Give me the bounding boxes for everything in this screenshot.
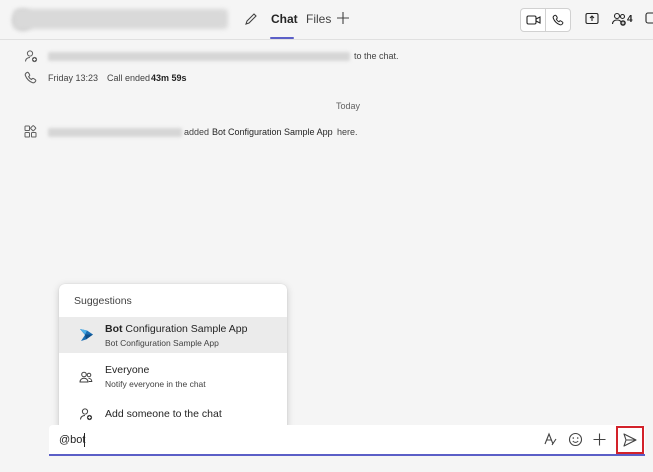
- compose-box[interactable]: @bot: [49, 425, 645, 456]
- attach-plus-icon[interactable]: [592, 432, 607, 452]
- suggestion-bot-app[interactable]: Bot Configuration Sample App Bot Configu…: [59, 317, 287, 353]
- phone-icon: [552, 14, 564, 26]
- suggestion-match: Bot: [105, 323, 123, 335]
- mention-suggestions-popup: Suggestions Bot Configuration Sample App…: [59, 284, 287, 432]
- suggestion-label-rest: Configuration Sample App: [122, 323, 248, 335]
- active-tab-indicator: [270, 37, 294, 39]
- video-call-button[interactable]: [521, 9, 546, 31]
- share-screen-icon[interactable]: [585, 12, 599, 25]
- added-verb: added: [184, 127, 210, 137]
- bot-app-icon: [79, 327, 94, 347]
- app-added-event: added Bot Configuration Sample App here.: [0, 123, 653, 141]
- video-camera-icon: [525, 15, 541, 25]
- person-add-icon: [79, 407, 93, 426]
- apps-icon: [24, 125, 37, 140]
- call-ended-event: Friday 13:23 Call ended 43m 59s: [0, 69, 653, 87]
- member-added-event: to the chat.: [0, 47, 653, 65]
- app-name-link[interactable]: Bot Configuration Sample App: [212, 127, 333, 137]
- tab-files[interactable]: Files: [306, 12, 331, 26]
- suggestion-everyone[interactable]: Everyone Notify everyone in the chat: [59, 360, 287, 396]
- redacted-names: [48, 52, 350, 61]
- call-ended-label: Call ended: [107, 73, 151, 83]
- date-divider: Today: [336, 101, 361, 111]
- send-button[interactable]: [616, 426, 644, 454]
- call-timestamp: Friday 13:23: [48, 73, 99, 83]
- added-suffix: here.: [337, 127, 358, 137]
- send-icon: [623, 433, 637, 447]
- redacted-name: [48, 128, 182, 137]
- suggestions-title: Suggestions: [74, 295, 132, 307]
- suggestion-label: Add someone to the chat: [105, 408, 222, 420]
- participant-count[interactable]: 4: [627, 14, 633, 25]
- chat-title-redacted[interactable]: [14, 9, 228, 29]
- phone-icon: [24, 71, 37, 86]
- edit-name-icon[interactable]: [243, 11, 259, 27]
- chat-header: Chat Files 4: [0, 0, 653, 40]
- call-buttons: [520, 8, 571, 32]
- people-icon: [79, 370, 93, 389]
- call-duration: 43m 59s: [151, 73, 187, 83]
- suggestion-label: Everyone: [105, 364, 150, 376]
- add-tab-icon[interactable]: [336, 11, 350, 25]
- participants-icon[interactable]: [611, 11, 627, 27]
- member-added-text: to the chat.: [354, 51, 399, 61]
- message-input[interactable]: @bot: [59, 434, 85, 446]
- person-add-icon: [24, 49, 38, 65]
- suggestion-subtitle: Notify everyone in the chat: [105, 379, 206, 389]
- popout-icon[interactable]: [645, 11, 653, 25]
- format-icon[interactable]: [543, 432, 558, 452]
- audio-call-button[interactable]: [546, 9, 570, 31]
- suggestion-subtitle: Bot Configuration Sample App: [105, 338, 219, 348]
- text-caret: [84, 433, 85, 447]
- emoji-icon[interactable]: [568, 432, 583, 452]
- tab-chat[interactable]: Chat: [271, 12, 298, 26]
